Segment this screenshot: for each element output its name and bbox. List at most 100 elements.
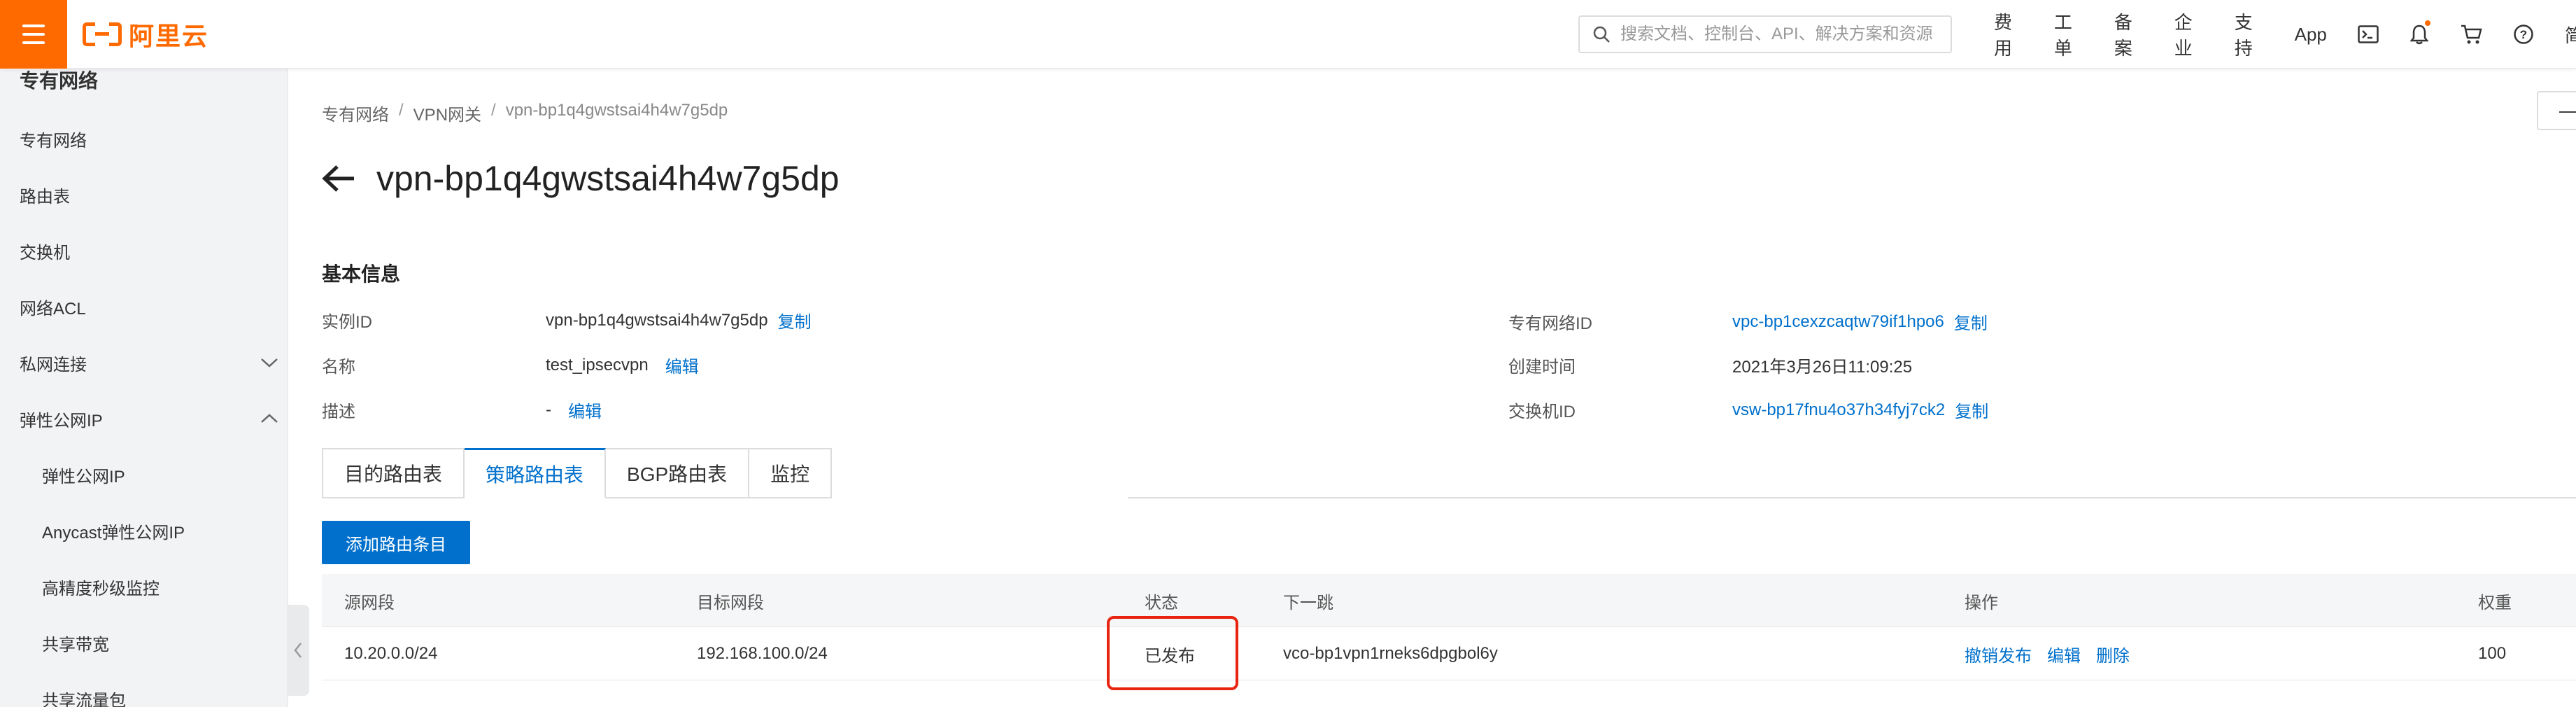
instance-id-label: 实例ID — [322, 313, 372, 332]
name-value: test_ipsecvpn — [546, 355, 649, 374]
breadcrumb-vpn-gateway[interactable]: VPN网关 — [413, 101, 481, 125]
vswitch-id-label: 交换机ID — [1508, 402, 1576, 421]
sidebar-subitem-anycast-eip[interactable]: Anycast弹性公网IP — [42, 517, 273, 545]
description-value: - — [546, 400, 551, 419]
sidebar-item-label: 共享带宽 — [42, 635, 109, 654]
search-box[interactable] — [1578, 15, 1952, 53]
sidebar-title: 专有网络 — [20, 70, 99, 92]
info-description: 描述 - 编辑 — [322, 398, 602, 422]
logo[interactable]: 阿里云 — [83, 17, 208, 52]
sidebar-item-eip[interactable]: 弹性公网IP — [20, 405, 278, 433]
vpc-id-link[interactable]: vpc-bp1cexzcaqtw79if1hpo6 — [1732, 312, 1944, 332]
created-time-label: 创建时间 — [1508, 358, 1576, 377]
copy-instance-id-link[interactable]: 复制 — [778, 308, 812, 332]
copy-vpc-id-link[interactable]: 复制 — [1954, 309, 1988, 334]
breadcrumb-current: vpn-bp1q4gwstsai4h4w7g5dp — [505, 101, 728, 120]
sidebar-item-vpc[interactable]: 专有网络 — [20, 125, 278, 153]
search-icon — [1593, 26, 1610, 43]
nav-icp[interactable]: 备案 — [2114, 8, 2144, 60]
sidebar-item-label: 弹性公网IP — [20, 411, 103, 430]
sidebar-item-label: 网络ACL — [20, 299, 86, 318]
column-source-cidr: 源网段 — [344, 593, 395, 612]
route-table-tabs: 目的路由表 策略路由表 BGP路由表 监控 — [322, 448, 833, 498]
info-name: 名称 test_ipsecvpn 编辑 — [322, 353, 699, 377]
column-weight: 权重 — [2478, 593, 2512, 612]
sidebar-item-label: 专有网络 — [20, 131, 87, 150]
language-switch[interactable]: 简 — [2565, 22, 2576, 48]
sidebar-subitem-monitor[interactable]: 高精度秒级监控 — [42, 573, 273, 601]
logo-text: 阿里云 — [129, 22, 209, 50]
nav-tickets[interactable]: 工单 — [2054, 8, 2083, 60]
info-vswitch-id: 交换机ID vsw-bp17fnu4o37h34fyj7ck2 复制 — [1508, 398, 1988, 422]
breadcrumb: 专有网络 / VPN网关 / vpn-bp1q4gwstsai4h4w7g5dp — [322, 101, 728, 125]
add-route-entry-button[interactable]: 添加路由条目 — [322, 521, 470, 564]
breadcrumb-separator: / — [491, 101, 496, 120]
edit-link[interactable]: 编辑 — [2047, 642, 2081, 666]
basic-info-title: 基本信息 — [322, 263, 401, 285]
info-instance-id: 实例ID vpn-bp1q4gwstsai4h4w7g5dp 复制 — [322, 308, 812, 332]
sidebar-subitem-shared-bandwidth[interactable]: 共享带宽 — [42, 629, 273, 657]
svg-text:?: ? — [2520, 28, 2527, 41]
column-actions: 操作 — [1965, 593, 1998, 612]
sidebar: 专有网络 专有网络 路由表 交换机 网络ACL 私网连接 弹性公网IP 弹性公网… — [0, 69, 288, 707]
table-header: 源网段 目标网段 状态 下一跳 操作 权重 — [322, 574, 2576, 627]
unpublish-link[interactable]: 撤销发布 — [1965, 642, 2032, 666]
search-input[interactable] — [1620, 24, 1942, 44]
vswitch-id-link[interactable]: vsw-bp17fnu4o37h34fyj7ck2 — [1732, 400, 1945, 420]
tab-destination-route-table[interactable]: 目的路由表 — [322, 448, 465, 498]
sidebar-item-network-acl[interactable]: 网络ACL — [20, 293, 278, 321]
notification-dot — [2424, 20, 2430, 26]
description-label: 描述 — [322, 402, 355, 421]
menu-icon[interactable] — [0, 0, 67, 69]
created-time-value: 2021年3月26日11:09:25 — [1732, 358, 1913, 377]
column-status: 状态 — [1145, 593, 1178, 612]
source-cidr-cell: 10.20.0.0/24 — [344, 644, 438, 663]
table-row: 10.20.0.0/24 192.168.100.0/24 已发布 vco-bp… — [322, 627, 2576, 680]
edit-description-link[interactable]: 编辑 — [568, 398, 602, 422]
nav-app[interactable]: App — [2295, 24, 2327, 46]
instance-id-value: vpn-bp1q4gwstsai4h4w7g5dp — [546, 310, 768, 330]
nav-enterprise[interactable]: 企业 — [2174, 8, 2204, 60]
sidebar-item-label: Anycast弹性公网IP — [42, 523, 185, 542]
chevron-up-icon — [261, 414, 278, 423]
vpc-id-label: 专有网络ID — [1508, 314, 1592, 333]
sidebar-item-label: 交换机 — [20, 243, 70, 262]
delete-link[interactable]: 删除 — [2096, 642, 2130, 666]
breadcrumb-separator: / — [399, 101, 404, 120]
sidebar-item-label: 高精度秒级监控 — [42, 579, 160, 598]
edit-name-link[interactable]: 编辑 — [665, 353, 699, 377]
page-title: vpn-bp1q4gwstsai4h4w7g5dp — [376, 159, 840, 198]
sidebar-item-privatelink[interactable]: 私网连接 — [20, 349, 278, 377]
sidebar-subitem-eip[interactable]: 弹性公网IP — [42, 461, 273, 489]
sidebar-item-label: 共享流量包 — [42, 691, 126, 707]
collapse-panel-button[interactable]: — — [2537, 91, 2576, 130]
weight-cell: 100 — [2478, 644, 2507, 663]
back-arrow-icon[interactable] — [322, 160, 358, 197]
next-hop-cell: vco-bp1vpn1rneks6dpgbol6y — [1283, 644, 1498, 663]
name-label: 名称 — [322, 358, 355, 377]
actions-cell: 撤销发布 编辑 删除 — [1965, 627, 2130, 680]
aliyun-logo-icon — [83, 22, 122, 46]
sidebar-item-label: 弹性公网IP — [42, 467, 125, 486]
tab-monitor[interactable]: 监控 — [749, 448, 833, 498]
sidebar-item-route-table[interactable]: 路由表 — [20, 181, 278, 209]
help-icon[interactable]: ? — [2513, 23, 2534, 46]
info-created-time: 创建时间 2021年3月26日11:09:25 — [1508, 353, 1912, 377]
page-header: vpn-bp1q4gwstsai4h4w7g5dp — [322, 158, 840, 199]
nav-fees[interactable]: 费用 — [1994, 8, 2023, 60]
bell-icon[interactable] — [2409, 20, 2430, 46]
sidebar-subitem-data-transfer-plan[interactable]: 共享流量包 — [42, 685, 273, 707]
sidebar-item-label: 路由表 — [20, 187, 70, 206]
tab-divider — [1128, 497, 2576, 498]
policy-route-table: 源网段 目标网段 状态 下一跳 操作 权重 10.20.0.0/24 192.1… — [322, 574, 2576, 680]
cart-icon[interactable] — [2460, 23, 2482, 46]
sidebar-item-vswitch[interactable]: 交换机 — [20, 237, 278, 265]
nav-support[interactable]: 支持 — [2235, 8, 2264, 60]
tab-bgp-route-table[interactable]: BGP路由表 — [606, 448, 750, 498]
tab-policy-route-table[interactable]: 策略路由表 — [465, 448, 607, 498]
copy-vswitch-id-link[interactable]: 复制 — [1955, 398, 1988, 422]
sidebar-item-label: 私网连接 — [20, 355, 87, 374]
chevron-down-icon — [261, 358, 278, 368]
terminal-icon[interactable] — [2358, 23, 2379, 46]
breadcrumb-vpc[interactable]: 专有网络 — [322, 101, 389, 125]
